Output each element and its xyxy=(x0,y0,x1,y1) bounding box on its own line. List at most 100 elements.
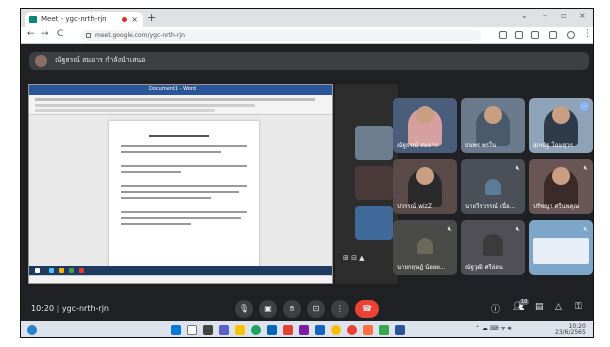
participant-name: ปรัชญา ศรีนพคุณ xyxy=(533,203,580,210)
mic-muted-icon: 🔇︎ xyxy=(447,225,452,233)
app-icon[interactable] xyxy=(299,325,309,335)
doc-line xyxy=(121,185,247,187)
system-tray-icons[interactable]: ⌃ ☁ ⌨ ᯤ 🔊︎ xyxy=(475,324,512,333)
lock-icon xyxy=(86,33,91,38)
participant-name: ธนพร พรใน xyxy=(465,142,497,149)
doc-line xyxy=(121,191,239,193)
teams-icon[interactable] xyxy=(219,325,229,335)
mic-muted-icon: 🔇︎ xyxy=(583,164,588,172)
doc-heading xyxy=(149,135,209,137)
maximize-icon[interactable]: ▫ xyxy=(561,11,566,20)
host-controls-icon[interactable]: ⚿ xyxy=(575,302,582,312)
participant-name: สุภณัฐ โฉมสุวร xyxy=(533,142,573,149)
meeting-code: ygc-nrth-rjn xyxy=(61,304,109,313)
document-page xyxy=(109,121,259,271)
chevron-down-icon[interactable]: ⌄ xyxy=(521,11,528,20)
participant-tile[interactable]: 🔇︎ ปรัชญา ศรีนพคุณ xyxy=(529,159,593,214)
file-explorer-icon[interactable] xyxy=(235,325,245,335)
info-icon[interactable]: ⓘ xyxy=(491,302,500,315)
edge-icon[interactable] xyxy=(251,325,261,335)
share-icon[interactable] xyxy=(515,31,523,39)
widgets-icon[interactable] xyxy=(27,325,37,335)
line-icon[interactable] xyxy=(379,325,389,335)
store-icon[interactable] xyxy=(267,325,277,335)
browser-tab[interactable]: Meet - ygc-nrth-rjn × xyxy=(25,12,143,27)
mic-muted-icon: 🔇︎ xyxy=(515,164,520,172)
meeting-info: 10:20 | ygc-nrth-rjn xyxy=(31,304,109,313)
doc-line xyxy=(121,171,181,173)
chat-icon[interactable]: ▤ xyxy=(535,302,544,312)
task-view-icon[interactable] xyxy=(203,325,213,335)
meeting-time: 10:20 xyxy=(31,304,55,313)
shared-screen: Document1 - Word ⊞ ⊟ ▲ xyxy=(25,81,400,287)
search-icon[interactable] xyxy=(187,325,197,335)
side-thumbnail xyxy=(355,166,393,200)
reload-button[interactable]: C xyxy=(57,29,63,39)
more-options-button[interactable]: ⋮ xyxy=(331,300,349,318)
activities-icon[interactable]: △ xyxy=(555,302,562,312)
new-tab-button[interactable]: + xyxy=(147,11,156,24)
participant-name: ปวรรณ์ wizZ xyxy=(397,203,432,210)
chrome-icon[interactable] xyxy=(331,325,341,335)
presenter-text: ณัฐธรณ์ สมอาร กำลังนำเสนอ xyxy=(55,56,146,64)
close-window-icon[interactable]: × xyxy=(579,11,586,20)
participant-tile[interactable]: 🔇︎ ณัฐวุฒิ ศรีอ่อน xyxy=(461,220,525,275)
taskbar-date: 23/6/2565 xyxy=(555,329,586,336)
camera-button[interactable]: ▣ xyxy=(259,300,277,318)
participant-name: นายวีรวรรณ์ เนื่อ... xyxy=(465,203,516,210)
taskbar-clock[interactable]: 10:20 23/6/2565 xyxy=(555,324,586,336)
end-call-button[interactable]: ☎︎ xyxy=(355,300,379,318)
present-button[interactable]: ⊡ xyxy=(307,300,325,318)
doc-line xyxy=(121,211,247,213)
profile-avatar-icon[interactable] xyxy=(567,31,575,39)
doc-line xyxy=(121,223,191,225)
windows-taskbar: ⌃ ☁ ⌨ ᯤ 🔊︎ 10:20 23/6/2565 xyxy=(21,321,593,337)
people-count-badge: 10 xyxy=(519,299,530,305)
doc-line xyxy=(121,151,221,153)
participant-tile[interactable]: ณัฐธรณ์ สมอาร xyxy=(393,98,457,153)
microphone-button[interactable]: 🎙︎ xyxy=(235,300,253,318)
address-bar-row: ← → C meet.google.com/ygc-nrth-rjn ⋮ xyxy=(21,27,593,44)
participant-tile[interactable]: ธนพร พรใน xyxy=(461,98,525,153)
participant-tile[interactable]: ปวรรณ์ wizZ xyxy=(393,159,457,214)
chrome-icon[interactable] xyxy=(347,325,357,335)
camera-permission-icon[interactable] xyxy=(499,31,507,39)
close-tab-icon[interactable]: × xyxy=(131,12,138,27)
app-icon[interactable] xyxy=(363,325,373,335)
meeting-control-bar: 10:20 | ygc-nrth-rjn 🎙︎ ▣ ✋︎ ⊡ ⋮ ☎︎ ⓘ 👥︎… xyxy=(21,297,593,321)
minimize-icon[interactable]: – xyxy=(543,11,547,20)
doc-line xyxy=(121,217,241,219)
presenter-banner: ณัฐธรณ์ สมอาร กำลังนำเสนอ xyxy=(29,52,589,70)
raise-hand-button[interactable]: ✋︎ xyxy=(283,300,301,318)
doc-line xyxy=(121,197,211,199)
word-title-bar: Document1 - Word xyxy=(29,85,332,95)
participant-name: ณัฐวุฒิ ศรีอ่อน xyxy=(465,264,503,271)
star-icon[interactable] xyxy=(531,31,539,39)
participant-tile[interactable]: ⋯ สุภณัฐ โฉมสุวร xyxy=(529,98,593,153)
word-icon[interactable] xyxy=(395,325,405,335)
url-input[interactable]: meet.google.com/ygc-nrth-rjn xyxy=(81,30,481,41)
start-menu-icon[interactable] xyxy=(171,325,181,335)
side-controls-icon[interactable]: ⊞ ⊟ ▲ xyxy=(343,254,365,262)
participant-tile[interactable]: 🔇︎ นายกฤษฎ์ น้อยผ... xyxy=(393,220,457,275)
app-icon[interactable] xyxy=(283,325,293,335)
tab-title: Meet - ygc-nrth-rjn xyxy=(41,15,107,23)
more-options-icon[interactable]: ⋯ xyxy=(580,102,589,111)
browser-tab-strip: Meet - ygc-nrth-rjn × + ⌄ – ▫ × xyxy=(21,9,593,27)
participant-tile[interactable]: 🔇︎ นายวีรวรรณ์ เนื่อ... xyxy=(461,159,525,214)
menu-kebab-icon[interactable]: ⋮ xyxy=(583,29,592,39)
mic-muted-icon: 🔇︎ xyxy=(515,225,520,233)
forward-button[interactable]: → xyxy=(41,29,49,39)
url-text: meet.google.com/ygc-nrth-rjn xyxy=(95,32,185,39)
participant-tile[interactable]: 🔇︎ xyxy=(529,220,593,275)
presenter-avatar xyxy=(35,55,47,67)
back-button[interactable]: ← xyxy=(27,29,35,39)
side-thumbnail xyxy=(355,126,393,160)
doc-line xyxy=(121,145,247,147)
mic-muted-icon: 🔇︎ xyxy=(583,225,588,233)
people-icon[interactable]: 👥︎ 10 xyxy=(513,299,530,312)
shared-taskbar xyxy=(29,266,332,275)
shared-side-panel: ⊞ ⊟ ▲ xyxy=(335,84,398,284)
dropbox-icon[interactable] xyxy=(315,325,325,335)
sidebar-icon[interactable] xyxy=(549,31,557,39)
